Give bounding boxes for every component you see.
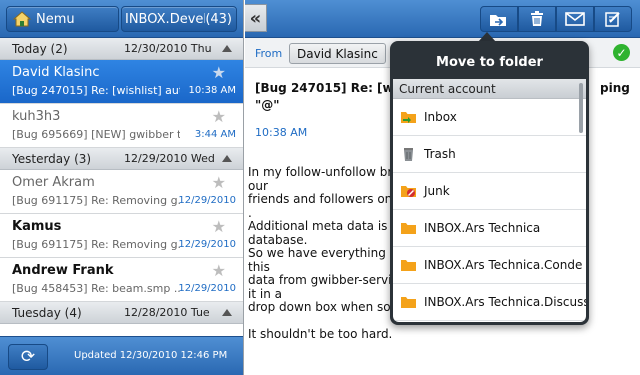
group-header[interactable]: Tuesday (4) 12/28/2010 Tue bbox=[0, 302, 243, 324]
envelope-icon bbox=[565, 12, 585, 26]
home-icon bbox=[13, 11, 31, 27]
popover-title: Move to folder bbox=[436, 54, 543, 70]
collapse-triangle-icon[interactable] bbox=[222, 309, 232, 316]
folder-list: Current account Inbox Trash Junk INBOX.A… bbox=[393, 79, 586, 322]
right-toolbar: « bbox=[245, 0, 640, 38]
star-icon[interactable]: ★ bbox=[212, 107, 226, 126]
message-list-pane: Nemu INBOX.Devel (43) Today (2) 12/30/20… bbox=[0, 0, 244, 375]
folder-item-label: INBOX.Ars Technica.Conde bbox=[424, 258, 583, 272]
refresh-icon: ⟳ bbox=[20, 347, 36, 367]
star-icon[interactable]: ★ bbox=[212, 217, 226, 236]
account-button[interactable]: Nemu bbox=[6, 6, 119, 32]
folder-item-label: Trash bbox=[424, 147, 456, 161]
message-row[interactable]: Kamus ★ [Bug 691175] Re: Removing g... 1… bbox=[0, 214, 243, 258]
left-footer: ⟳ Updated 12/30/2010 12:46 PM bbox=[0, 336, 243, 375]
message-snippet: [Bug 691175] Re: Removing g... bbox=[12, 238, 180, 251]
updated-status: Updated 12/30/2010 12:46 PM bbox=[74, 350, 228, 361]
from-label: From bbox=[255, 47, 283, 60]
group-header[interactable]: Today (2) 12/30/2010 Thu bbox=[0, 38, 243, 60]
folder-item[interactable]: INBOX.Ars Technica.Discuss bbox=[393, 284, 586, 321]
reply-button[interactable] bbox=[556, 6, 594, 32]
folder-item-label: Junk bbox=[424, 184, 450, 198]
collapse-triangle-icon[interactable] bbox=[222, 155, 232, 162]
group-label: Yesterday (3) bbox=[12, 151, 92, 166]
folder-item[interactable]: INBOX.Ars Technica bbox=[393, 210, 586, 247]
trash-can-icon bbox=[404, 148, 413, 161]
message-row[interactable]: Omer Akram ★ [Bug 691175] Re: Removing g… bbox=[0, 170, 243, 214]
group-header[interactable]: Yesterday (3) 12/29/2010 Wed bbox=[0, 148, 243, 170]
message-row[interactable]: kuh3h3 ★ [Bug 695669] [NEW] gwibber twit… bbox=[0, 104, 243, 148]
message-snippet: [Bug 695669] [NEW] gwibber twit... bbox=[12, 128, 180, 141]
body-line: It shouldn't be too hard. bbox=[248, 327, 393, 341]
account-label: Nemu bbox=[36, 11, 75, 27]
message-snippet: [Bug 691175] Re: Removing g... bbox=[12, 194, 180, 207]
move-to-folder-popover: Move to folder Current account Inbox Tra… bbox=[390, 41, 589, 325]
message-time: 12/29/2010 bbox=[178, 283, 236, 294]
message-time: 3:44 AM bbox=[194, 129, 236, 140]
folder-count: (43) bbox=[205, 11, 232, 27]
group-date: 12/30/2010 Thu bbox=[124, 42, 212, 55]
junk-folder-icon bbox=[401, 186, 416, 197]
folder-group-header: Current account bbox=[393, 79, 586, 99]
folder-item-label: Inbox bbox=[424, 110, 457, 124]
compose-button[interactable] bbox=[594, 6, 632, 32]
compose-icon bbox=[605, 12, 620, 27]
star-icon[interactable]: ★ bbox=[212, 261, 226, 280]
collapse-triangle-icon[interactable] bbox=[222, 45, 232, 52]
message-list: Today (2) 12/30/2010 Thu David Klasinc ★… bbox=[0, 38, 243, 324]
move-folder-icon bbox=[490, 14, 506, 26]
collapse-list-button[interactable]: « bbox=[245, 4, 267, 32]
trash-icon bbox=[531, 11, 543, 26]
message-snippet: [Bug 458453] Re: beam.smp ... bbox=[12, 282, 180, 295]
message-from: Kamus bbox=[12, 219, 62, 234]
sender-chip[interactable]: David Klasinc bbox=[289, 43, 386, 64]
message-time: 12/29/2010 bbox=[178, 239, 236, 250]
star-icon[interactable]: ★ bbox=[212, 173, 226, 192]
folder-item-junk[interactable]: Junk bbox=[393, 173, 586, 210]
message-row[interactable]: David Klasinc ★ [Bug 247015] Re: [wishli… bbox=[0, 60, 243, 104]
group-date: 12/28/2010 Tue bbox=[124, 306, 210, 319]
subject-continued: "@" bbox=[255, 98, 280, 112]
message-row[interactable]: Andrew Frank ★ [Bug 458453] Re: beam.smp… bbox=[0, 258, 243, 302]
folder-icon bbox=[401, 297, 416, 308]
star-icon[interactable]: ★ bbox=[212, 63, 226, 82]
subject-tail: ping bbox=[600, 81, 630, 95]
scrollbar[interactable] bbox=[579, 83, 583, 133]
inbox-folder-icon bbox=[401, 112, 416, 123]
message-time: 12/29/2010 bbox=[178, 195, 236, 206]
folder-item-label: INBOX.Ars Technica bbox=[424, 221, 541, 235]
left-toolbar: Nemu INBOX.Devel (43) bbox=[0, 0, 243, 38]
message-time: 10:38 AM bbox=[188, 85, 236, 96]
group-label: Today (2) bbox=[12, 41, 68, 56]
folder-icon bbox=[401, 260, 416, 271]
message-from: David Klasinc bbox=[12, 65, 100, 80]
group-label: Tuesday (4) bbox=[12, 305, 82, 320]
message-time: 10:38 AM bbox=[255, 126, 308, 139]
folder-item-inbox[interactable]: Inbox bbox=[393, 99, 586, 136]
message-from: kuh3h3 bbox=[12, 109, 61, 124]
group-date: 12/29/2010 Wed bbox=[124, 152, 215, 165]
folder-item[interactable]: INBOX.Ars Technica.Conde bbox=[393, 247, 586, 284]
message-from: Omer Akram bbox=[12, 175, 95, 190]
folder-item-trash[interactable]: Trash bbox=[393, 136, 586, 173]
message-from: Andrew Frank bbox=[12, 263, 114, 278]
refresh-button[interactable]: ⟳ bbox=[8, 344, 48, 370]
action-toolbar bbox=[480, 6, 632, 32]
folder-icon bbox=[401, 223, 416, 234]
double-chevron-left-icon: « bbox=[249, 7, 262, 29]
folder-label: INBOX.Devel bbox=[125, 11, 206, 27]
check-icon[interactable]: ✓ bbox=[613, 44, 630, 61]
folder-item-label: INBOX.Ars Technica.Discuss bbox=[424, 295, 586, 309]
folder-button[interactable]: INBOX.Devel (43) bbox=[121, 6, 237, 32]
message-snippet: [Bug 247015] Re: [wishlist] auto... bbox=[12, 84, 180, 97]
delete-button[interactable] bbox=[518, 6, 556, 32]
move-to-folder-button[interactable] bbox=[480, 6, 518, 32]
